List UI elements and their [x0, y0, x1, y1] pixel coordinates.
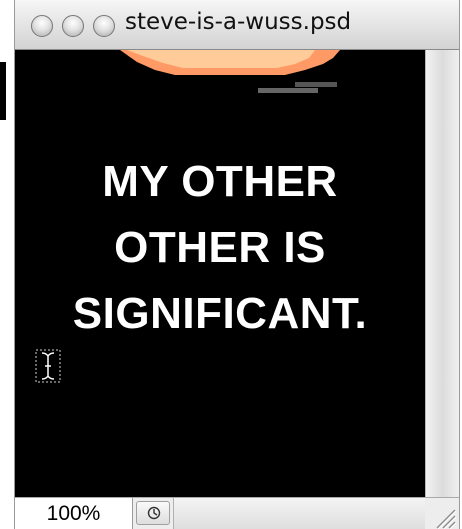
artwork-shape	[120, 50, 340, 93]
resize-grip-icon[interactable]	[425, 498, 459, 529]
caption-line: OTHER IS	[114, 223, 326, 272]
document-info-button[interactable]	[136, 501, 170, 525]
caption-line: SIGNIFICANT.	[72, 289, 368, 338]
title-bar[interactable]: steve-is-a-wuss.psd	[15, 0, 459, 50]
close-button[interactable]	[31, 15, 53, 37]
window-title: steve-is-a-wuss.psd	[125, 9, 352, 35]
document-window: steve-is-a-wuss.psd MY OTHER OTHER IS SI…	[14, 0, 460, 529]
background-window-edge	[0, 62, 6, 120]
zoom-button[interactable]	[93, 15, 115, 37]
document-canvas[interactable]: MY OTHER OTHER IS SIGNIFICANT.	[15, 50, 425, 497]
text-insertion-cursor-icon	[35, 349, 61, 383]
document-info-arrow-icon	[147, 506, 161, 520]
vertical-scrollbar[interactable]	[425, 50, 459, 497]
minimize-button[interactable]	[62, 15, 84, 37]
horizontal-scrollbar[interactable]	[173, 498, 425, 529]
zoom-level-field[interactable]: 100%	[15, 498, 133, 529]
canvas-caption: MY OTHER OTHER IS SIGNIFICANT.	[15, 149, 425, 347]
status-bar: 100%	[15, 497, 459, 529]
caption-line: MY OTHER	[102, 157, 338, 206]
